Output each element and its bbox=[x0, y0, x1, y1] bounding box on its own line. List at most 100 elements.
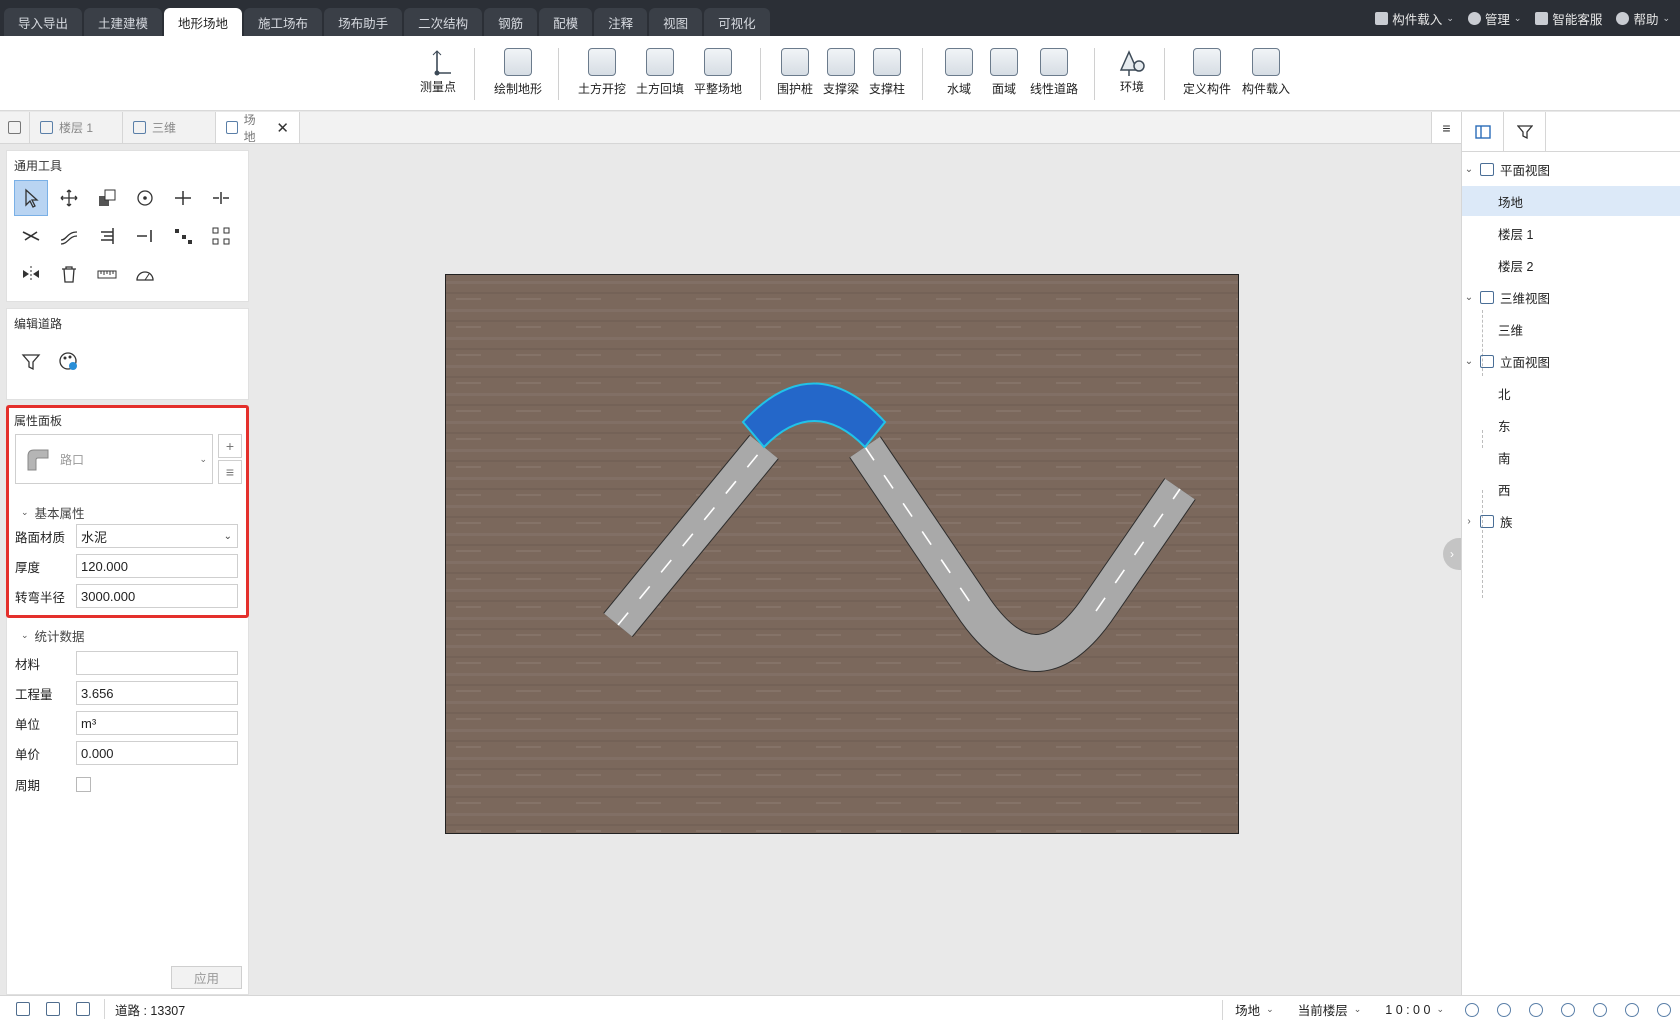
mirror-tool[interactable] bbox=[14, 256, 48, 292]
area-button[interactable]: 面域 bbox=[990, 48, 1018, 104]
material-row: 路面材质 水泥 ⌄ bbox=[15, 523, 243, 549]
define-component-button[interactable]: 定义构件 bbox=[1183, 48, 1231, 104]
grid-array-tool[interactable] bbox=[204, 218, 238, 254]
select-mode-icon[interactable] bbox=[16, 1002, 30, 1016]
move-tool[interactable] bbox=[52, 180, 86, 216]
component-type-select[interactable]: 路口 ⌄ bbox=[15, 434, 213, 484]
water-button[interactable]: 水域 bbox=[945, 48, 973, 104]
level-site-button[interactable]: 平整场地 bbox=[694, 48, 742, 104]
unit-price-field[interactable]: 0.000 bbox=[76, 741, 238, 765]
brace-column-button[interactable]: 支撑柱 bbox=[869, 48, 905, 104]
stat-material-field[interactable] bbox=[76, 651, 238, 675]
tree-node-elevations[interactable]: ⌄ 立面视图 bbox=[1462, 346, 1680, 376]
cube-view-icon[interactable] bbox=[1657, 1002, 1671, 1017]
menu-tab[interactable]: 场布助手 bbox=[324, 8, 403, 36]
menu-tab[interactable]: 视图 bbox=[649, 8, 703, 36]
floor-select[interactable]: 当前楼层 ⌄ bbox=[1286, 996, 1374, 1022]
view-select[interactable]: 场地 ⌄ bbox=[1223, 996, 1286, 1022]
fence-pile-button[interactable]: 围护桩 bbox=[777, 48, 813, 104]
site-ground[interactable] bbox=[445, 274, 1239, 834]
material-select[interactable]: 水泥 ⌄ bbox=[76, 524, 238, 548]
copy-tool[interactable] bbox=[90, 180, 124, 216]
layer-icon[interactable] bbox=[1593, 1002, 1607, 1017]
menu-tab[interactable]: 地形场地 bbox=[164, 8, 243, 36]
filter-tool[interactable] bbox=[14, 344, 48, 380]
snap-off-icon[interactable] bbox=[1497, 1002, 1511, 1017]
period-checkbox[interactable] bbox=[76, 776, 91, 792]
palette-tool[interactable] bbox=[52, 344, 86, 380]
extend-tool[interactable] bbox=[128, 218, 162, 254]
menu-tab[interactable]: 注释 bbox=[594, 8, 648, 36]
tab-3d[interactable]: 三维 bbox=[123, 112, 216, 143]
edit-type-button[interactable]: ≡ bbox=[218, 460, 242, 484]
browser-filter-button[interactable] bbox=[1504, 112, 1546, 152]
zoom-fit-icon[interactable] bbox=[1625, 1002, 1639, 1017]
view-tab-strip: 楼层 1 三维 场地 ✕ ≡ bbox=[0, 112, 1461, 144]
tab-list-button[interactable]: ≡ bbox=[1431, 112, 1461, 143]
draw-terrain-button[interactable]: 绘制地形 bbox=[494, 48, 542, 104]
tree-node-floor2[interactable]: 楼层 2 bbox=[1462, 250, 1680, 280]
thickness-field[interactable]: 120.000 bbox=[76, 554, 238, 578]
backfill-button[interactable]: 土方回填 bbox=[636, 48, 684, 104]
filter-icon bbox=[1516, 125, 1533, 140]
tree-node-3d[interactable]: 三维 bbox=[1462, 314, 1680, 344]
select-tool[interactable] bbox=[14, 180, 48, 216]
tree-node-west[interactable]: 西 bbox=[1462, 474, 1680, 504]
linear-road-button[interactable]: 线性道路 bbox=[1030, 48, 1078, 104]
tree-node-east[interactable]: 东 bbox=[1462, 410, 1680, 440]
trim-tool[interactable] bbox=[14, 218, 48, 254]
chevron-down-icon: ⌄ bbox=[1464, 163, 1474, 175]
menu-tab[interactable]: 可视化 bbox=[704, 8, 770, 36]
measure-tool[interactable] bbox=[90, 256, 124, 292]
component-load-menu[interactable]: 构件载入 ⌄ bbox=[1375, 9, 1454, 28]
tab-floor1[interactable]: 楼层 1 bbox=[30, 112, 123, 143]
light-icon[interactable] bbox=[1529, 1002, 1543, 1017]
offset-tool[interactable] bbox=[52, 218, 86, 254]
tree-node-floor1[interactable]: 楼层 1 bbox=[1462, 218, 1680, 248]
split-tool[interactable] bbox=[204, 180, 238, 216]
turn-radius-field[interactable]: 3000.000 bbox=[76, 584, 238, 608]
close-icon[interactable]: ✕ bbox=[276, 119, 289, 137]
delete-tool[interactable] bbox=[52, 256, 86, 292]
browser-toggle-button[interactable] bbox=[1462, 112, 1504, 152]
environment-button[interactable]: 环境 bbox=[1117, 48, 1147, 104]
excavate-button[interactable]: 土方开挖 bbox=[578, 48, 626, 104]
render-icon[interactable] bbox=[1561, 1002, 1575, 1017]
brace-beam-button[interactable]: 支撑梁 bbox=[823, 48, 859, 104]
tree-node-family[interactable]: › 族 bbox=[1462, 506, 1680, 536]
measure-point-button[interactable]: 测量点 bbox=[420, 48, 456, 104]
menu-tab[interactable]: 土建建模 bbox=[84, 8, 163, 36]
sun-icon[interactable] bbox=[1465, 1002, 1479, 1017]
menu-tab[interactable]: 二次结构 bbox=[404, 8, 483, 36]
statistics-header[interactable]: ⌄ 统计数据 bbox=[21, 626, 85, 645]
menu-tab[interactable]: 导入导出 bbox=[4, 8, 83, 36]
menu-tab[interactable]: 钢筋 bbox=[484, 8, 538, 36]
tree-node-north[interactable]: 北 bbox=[1462, 378, 1680, 408]
quantity-field[interactable]: 3.656 bbox=[76, 681, 238, 705]
tab-site[interactable]: 场地 ✕ bbox=[216, 112, 300, 144]
add-type-button[interactable]: + bbox=[218, 434, 242, 458]
multi-select-icon[interactable] bbox=[76, 1002, 90, 1016]
rotate-tool[interactable] bbox=[128, 180, 162, 216]
menu-tab[interactable]: 施工场布 bbox=[244, 8, 323, 36]
tab-menu-button[interactable] bbox=[0, 112, 30, 143]
window-select-icon[interactable] bbox=[46, 1002, 60, 1016]
help-menu[interactable]: 帮助 ⌄ bbox=[1616, 9, 1670, 28]
basic-properties-header[interactable]: ⌄ 基本属性 bbox=[21, 503, 85, 522]
tree-node-3d-views[interactable]: ⌄ 三维视图 bbox=[1462, 282, 1680, 312]
tree-node-south[interactable]: 南 bbox=[1462, 442, 1680, 472]
manage-menu[interactable]: 管理 ⌄ bbox=[1467, 9, 1521, 28]
scale-select[interactable]: 1 0 : 0 0 ⌄ bbox=[1373, 996, 1456, 1022]
load-component-button[interactable]: 构件载入 bbox=[1242, 48, 1290, 104]
align-tool[interactable] bbox=[90, 218, 124, 254]
array-tool[interactable] bbox=[166, 218, 200, 254]
plan-view-icon bbox=[133, 121, 146, 134]
tree-node-plan-views[interactable]: ⌄ 平面视图 bbox=[1462, 154, 1680, 184]
unit-field[interactable]: m³ bbox=[76, 711, 238, 735]
smart-service-button[interactable]: 智能客服 bbox=[1535, 9, 1602, 28]
angle-tool[interactable] bbox=[128, 256, 162, 292]
break-tool[interactable] bbox=[166, 180, 200, 216]
tree-node-site[interactable]: 场地 bbox=[1462, 186, 1680, 216]
apply-button[interactable]: 应用 bbox=[171, 966, 242, 989]
menu-tab[interactable]: 配模 bbox=[539, 8, 593, 36]
